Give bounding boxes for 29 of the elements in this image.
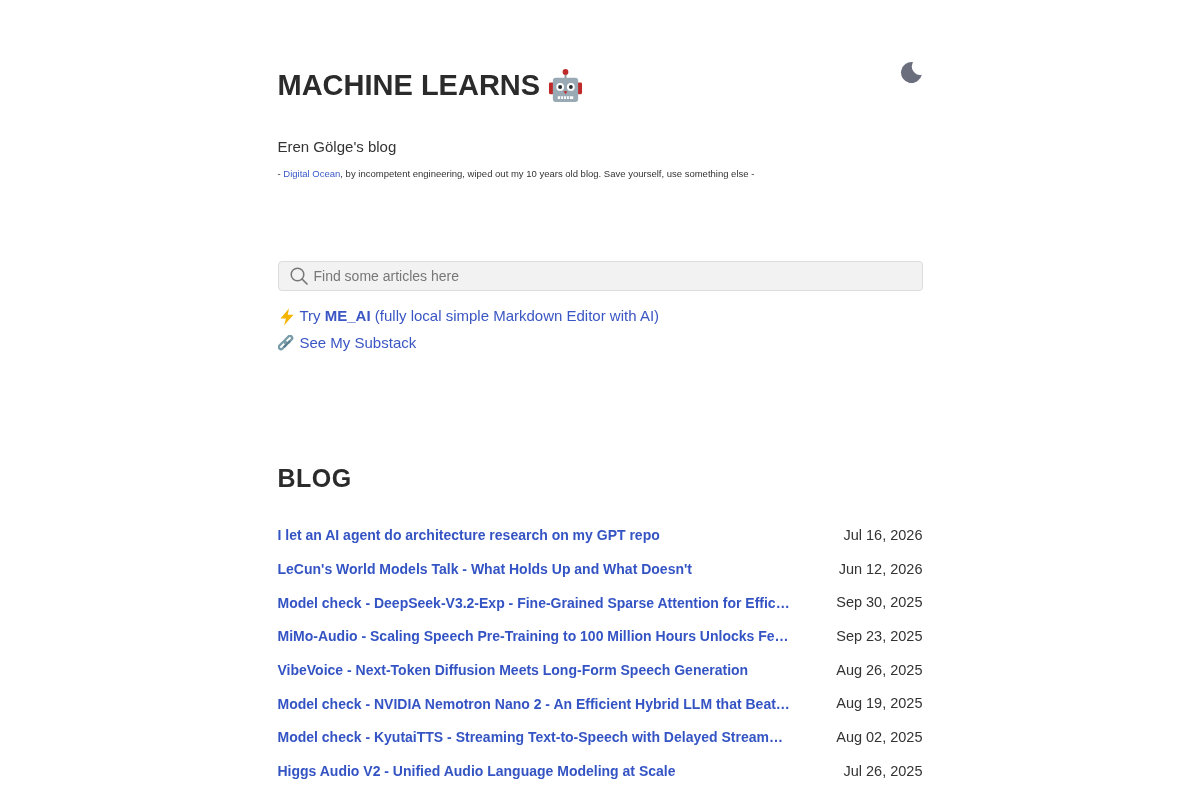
post-date: Aug 02, 2025 xyxy=(836,728,923,748)
post-date: Sep 23, 2025 xyxy=(836,627,923,647)
post-title-link[interactable]: Model check - KyutaiTTS - Streaming Text-to-Speech with Delayed Stream… xyxy=(277,727,783,749)
post-date: Sep 30, 2025 xyxy=(836,593,923,613)
post-date: Jun 12, 2026 xyxy=(838,559,923,579)
section-heading: BLOG xyxy=(277,463,353,493)
post-title-link[interactable]: Model check - DeepSeek-V3.2-Exp - Fine-Grained Sparse Attention for Effic… xyxy=(277,592,790,614)
promo-link[interactable]: Try ME_AI (fully local simple Markdown Editor with AI) xyxy=(299,305,660,328)
moon-icon xyxy=(900,62,922,83)
theme-toggle-button[interactable] xyxy=(900,62,922,83)
post-title-link[interactable]: Model check - NVIDIA Nemotron Nano 2 - An Efficient Hybrid LLM that Beat… xyxy=(277,693,790,715)
post-title-link[interactable]: I let an AI agent do architecture research on my GPT repo xyxy=(277,525,660,547)
post-date: Aug 19, 2025 xyxy=(836,694,923,714)
post-title-link[interactable]: Higgs Audio V2 - Unified Audio Language Modeling at Scale xyxy=(277,761,676,783)
promo-link[interactable]: See My Substack xyxy=(299,332,417,355)
robot-icon xyxy=(548,67,584,103)
post-date: Jul 26, 2025 xyxy=(843,761,923,781)
post-title-link[interactable]: MiMo-Audio - Scaling Speech Pre-Training to 100 Million Hours Unlocks Fe… xyxy=(277,626,789,648)
post-title-link[interactable]: LeCun's World Models Talk - What Holds Up and What Doesn't xyxy=(277,559,692,581)
post-date: Aug 26, 2025 xyxy=(836,660,923,680)
notice-text: - Digital Ocean, by incompetent engineering, wiped out my 10 years old blog. Save yourself, use something else - xyxy=(277,167,756,181)
blog-subtitle: Eren Gölge's blog xyxy=(277,137,398,157)
post-date: Jul 16, 2026 xyxy=(843,525,923,545)
site-title: MACHINE LEARNS xyxy=(277,68,541,103)
search-field[interactable]: Find some articles here xyxy=(277,261,923,291)
post-title-link[interactable]: VibeVoice - Next-Token Diffusion Meets Long-Form Speech Generation xyxy=(277,660,749,682)
search-icon xyxy=(289,267,308,285)
lightning-icon xyxy=(277,307,296,326)
chain-link-icon xyxy=(277,334,296,353)
